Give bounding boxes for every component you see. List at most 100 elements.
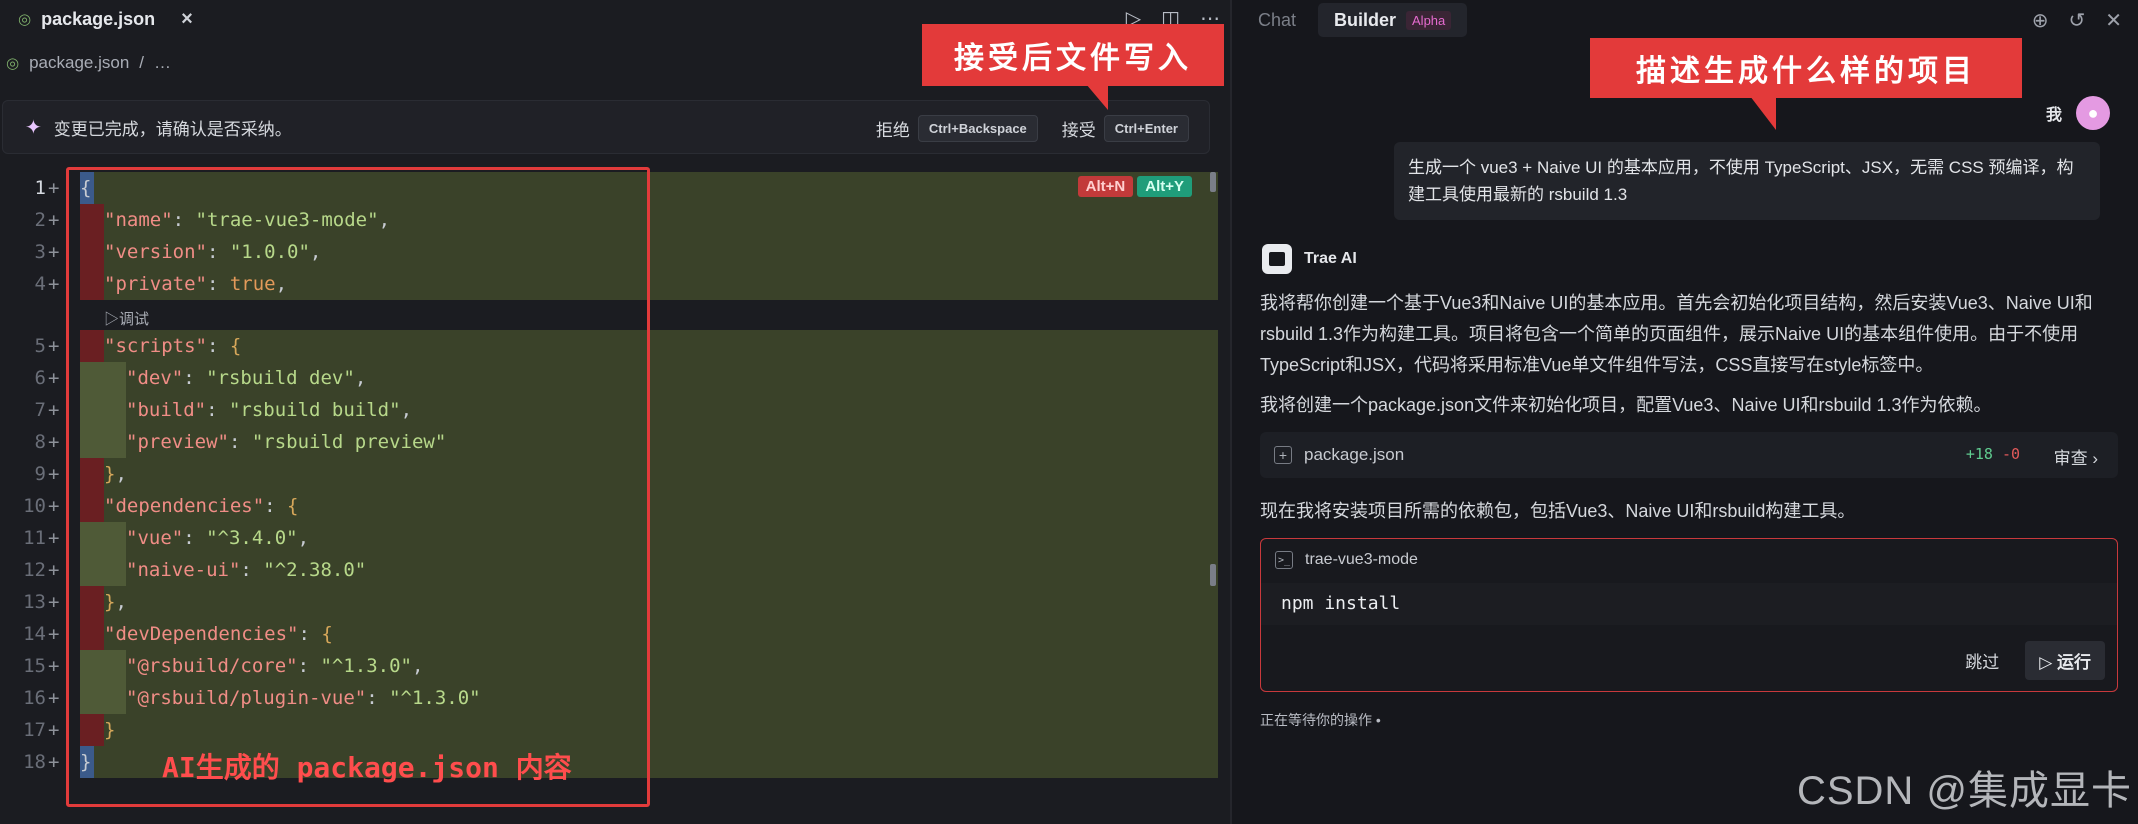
accept-tag[interactable]: Alt+Y xyxy=(1137,176,1192,197)
callout-tail xyxy=(1750,96,1776,130)
diff-plus-icon: + xyxy=(48,399,60,421)
diff-shortcut-tags: Alt+N Alt+Y xyxy=(1077,176,1192,197)
diff-gutter xyxy=(80,204,104,236)
codelens-debug[interactable]: ▷调试 xyxy=(104,308,149,329)
breadcrumb-more[interactable]: … xyxy=(154,53,171,73)
diff-gutter xyxy=(80,362,126,394)
review-button[interactable]: 审查 › xyxy=(2054,444,2098,469)
ai-name: Trae AI xyxy=(1304,250,1357,267)
user-avatar-icon: ● xyxy=(2076,96,2110,130)
line-number: 10 xyxy=(23,495,46,517)
line-number: 1 xyxy=(34,177,46,199)
breadcrumb: ◎ package.json / … xyxy=(0,50,171,76)
close-icon[interactable]: × xyxy=(181,8,193,31)
tab-label: package.json xyxy=(41,8,156,29)
code-brace: { xyxy=(80,177,92,199)
skip-button[interactable]: 跳过 xyxy=(1951,642,2013,679)
accept-label: 接受 xyxy=(1061,121,1096,140)
terminal-icon: >_ xyxy=(1275,551,1293,569)
diff-gutter xyxy=(80,490,104,522)
diff-gutter xyxy=(80,268,104,300)
code-line: 10 + "dependencies": { xyxy=(0,490,1218,522)
code-text: "version": "1.0.0", xyxy=(104,241,322,263)
history-icon[interactable]: ↺ xyxy=(2068,8,2085,33)
close-icon[interactable]: ✕ xyxy=(2105,8,2122,33)
code-line: 12 + "naive-ui": "^2.38.0" xyxy=(0,554,1218,586)
line-number: 4 xyxy=(34,273,46,295)
code-line: 3 + "version": "1.0.0", xyxy=(0,236,1218,268)
reject-tag[interactable]: Alt+N xyxy=(1077,176,1134,197)
codelens-row xyxy=(0,300,1218,330)
reject-shortcut: Ctrl+Backspace xyxy=(917,115,1038,142)
tab-chat[interactable]: Chat xyxy=(1258,10,1296,31)
diff-plus-icon: + xyxy=(48,495,60,517)
diff-plus-icon: + xyxy=(48,367,60,389)
line-number: 9 xyxy=(34,463,46,485)
line-number: 13 xyxy=(23,591,46,613)
file-card-name: package.json xyxy=(1304,445,1405,464)
line-number: 15 xyxy=(23,655,46,677)
lines-removed: -0 xyxy=(2001,445,2020,463)
diff-plus-icon: + xyxy=(48,335,60,357)
code-editor[interactable]: 1 + { Alt+N Alt+Y 2 + "name": "trae-vue3… xyxy=(0,172,1220,792)
diff-plus-icon: + xyxy=(48,591,60,613)
change-confirm-banner: ✦ 变更已完成，请确认是否采纳。 拒绝 Ctrl+Backspace 接受 Ct… xyxy=(2,100,1210,154)
diff-plus-icon: + xyxy=(48,431,60,453)
panel-actions: ⊕ ↺ ✕ xyxy=(2032,8,2122,33)
banner-actions: 拒绝 Ctrl+Backspace 接受 Ctrl+Enter xyxy=(870,111,1195,146)
code-line: 9 + }, xyxy=(0,458,1218,490)
scrollbar-marker[interactable] xyxy=(1210,564,1216,586)
reject-button[interactable]: 拒绝 Ctrl+Backspace xyxy=(870,111,1044,146)
add-file-icon: + xyxy=(1274,446,1292,464)
diff-plus-icon: + xyxy=(48,177,60,199)
diff-plus-icon: + xyxy=(48,209,60,231)
code-text: "dependencies": { xyxy=(104,495,299,517)
accept-button[interactable]: 接受 Ctrl+Enter xyxy=(1056,111,1195,146)
code-line: 4 + "private": true, xyxy=(0,268,1218,300)
line-number: 11 xyxy=(23,527,46,549)
diff-plus-icon: + xyxy=(48,751,60,773)
code-line: 16 + "@rsbuild/plugin-vue": "^1.3.0" xyxy=(0,682,1218,714)
tab-builder-label: Builder xyxy=(1334,9,1397,30)
breadcrumb-file[interactable]: package.json xyxy=(29,53,129,73)
diff-added-bg xyxy=(80,714,1218,746)
user-message: 生成一个 vue3 + Naive UI 的基本应用，不使用 TypeScrip… xyxy=(1394,142,2100,220)
ai-paragraph: 我将帮你创建一个基于Vue3和Naive UI的基本应用。首先会初始化项目结构，… xyxy=(1260,293,2093,375)
code-line: 5 + "scripts": { xyxy=(0,330,1218,362)
sparkle-icon: ✦ xyxy=(25,116,42,139)
tab-package-json[interactable]: ◎ package.json × xyxy=(0,0,196,38)
code-line: 14 + "devDependencies": { xyxy=(0,618,1218,650)
review-label: 审查 xyxy=(2053,449,2088,468)
line-number: 2 xyxy=(34,209,46,231)
code-text: "name": "trae-vue3-mode", xyxy=(104,209,391,231)
terminal-actions: 跳过 ▷ 运行 xyxy=(1951,641,2105,680)
line-number: 8 xyxy=(34,431,46,453)
diff-gutter xyxy=(80,394,126,426)
tab-builder[interactable]: Builder Alpha xyxy=(1318,3,1468,37)
run-button[interactable]: ▷ 运行 xyxy=(2025,641,2105,680)
diff-gutter xyxy=(80,522,126,554)
code-line: 7 + "build": "rsbuild build", xyxy=(0,394,1218,426)
diff-added-bg xyxy=(80,586,1218,618)
diff-plus-icon: + xyxy=(48,559,60,581)
line-number: 18 xyxy=(23,751,46,773)
code-text: "build": "rsbuild build", xyxy=(126,399,413,421)
code-text: "@rsbuild/plugin-vue": "^1.3.0" xyxy=(126,687,481,709)
scrollbar-marker[interactable] xyxy=(1210,172,1216,192)
code-line: 1 + { Alt+N Alt+Y xyxy=(0,172,1218,204)
line-number: 14 xyxy=(23,623,46,645)
ai-generated-annotation: AI生成的 package.json 内容 xyxy=(162,751,572,784)
diff-gutter xyxy=(80,618,104,650)
diff-gutter xyxy=(80,426,126,458)
code-text: "private": true, xyxy=(104,273,288,295)
file-change-card[interactable]: + package.json +18 -0 审查 › xyxy=(1260,432,2118,478)
callout-tail xyxy=(1086,84,1108,110)
line-number: 17 xyxy=(23,719,46,741)
diff-plus-icon: + xyxy=(48,463,60,485)
code-line: 8 + "preview": "rsbuild preview" xyxy=(0,426,1218,458)
lines-added: +18 xyxy=(1965,445,1993,463)
diff-gutter xyxy=(80,650,126,682)
reject-label: 拒绝 xyxy=(875,121,910,140)
new-chat-icon[interactable]: ⊕ xyxy=(2032,8,2049,33)
terminal-command: npm install xyxy=(1261,583,2117,625)
